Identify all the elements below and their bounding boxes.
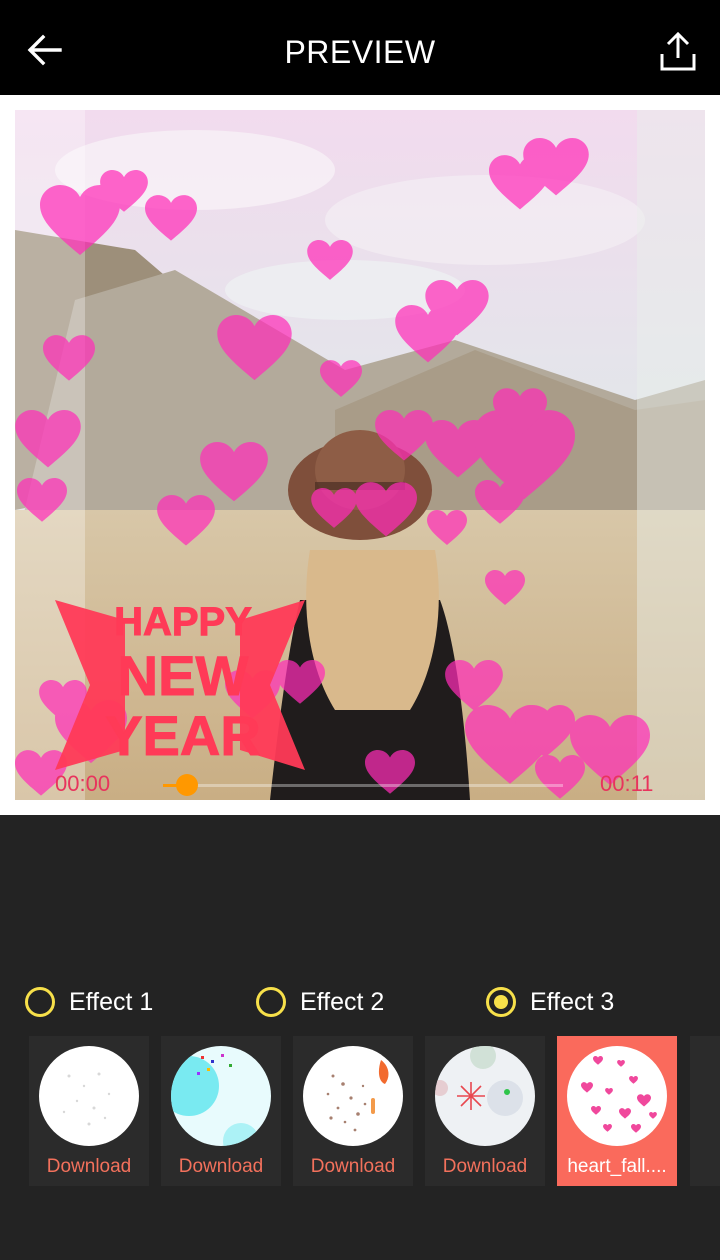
share-button[interactable] — [656, 30, 700, 74]
template-label: heart_fall.... — [567, 1156, 667, 1177]
seek-bar-thumb[interactable] — [176, 774, 198, 796]
template-item[interactable]: Download — [425, 1036, 545, 1186]
radio-button[interactable] — [486, 987, 516, 1017]
effect-selector: Effect 1 Effect 2 Effect 3 — [0, 980, 720, 1024]
template-item[interactable]: Download — [29, 1036, 149, 1186]
top-app-bar: PREVIEW — [0, 0, 720, 95]
template-label: Download — [46, 1156, 132, 1177]
current-time: 00:00 — [55, 771, 111, 796]
overlay-text-line-2: NEW — [118, 644, 249, 707]
effect-option-3[interactable]: Effect 3 — [486, 980, 614, 1024]
effect-label: Effect 3 — [530, 987, 615, 1016]
template-label: Download — [442, 1156, 528, 1177]
seek-bar[interactable] — [163, 774, 563, 796]
radio-button[interactable] — [256, 987, 286, 1017]
template-label: Download — [310, 1156, 396, 1177]
page-title: PREVIEW — [284, 34, 436, 70]
effect-label: Effect 2 — [300, 987, 385, 1016]
video-preview-frame: HAPPY NEW YEAR 00:00 00:11 — [0, 95, 720, 815]
overlay-text-line-3: YEAR — [105, 704, 261, 767]
video-preview[interactable]: HAPPY NEW YEAR 00:00 00:11 — [15, 110, 705, 800]
falling-particles-thumbnail — [303, 1046, 403, 1146]
overlay-text-line-1: HAPPY — [114, 600, 252, 644]
template-label: Download — [178, 1156, 264, 1177]
falling-hearts-thumbnail — [567, 1046, 667, 1146]
preview-scene-image: HAPPY NEW YEAR — [15, 110, 705, 800]
effect-option-1[interactable]: Effect 1 — [25, 980, 153, 1024]
template-strip[interactable]: Download Download Download Download hear… — [0, 1036, 720, 1186]
effect-option-2[interactable]: Effect 2 — [256, 980, 384, 1024]
confetti-bokeh-thumbnail — [171, 1046, 271, 1146]
sparkle-dots-thumbnail — [39, 1046, 139, 1146]
template-item-partial[interactable] — [690, 1036, 720, 1186]
firework-burst-thumbnail — [435, 1046, 535, 1146]
effect-label: Effect 1 — [69, 987, 154, 1016]
total-time: 00:11 — [600, 771, 654, 796]
share-upload-icon — [660, 31, 696, 71]
radio-button[interactable] — [25, 987, 55, 1017]
template-item-selected[interactable]: heart_fall.... — [557, 1036, 677, 1186]
template-item[interactable]: Download — [293, 1036, 413, 1186]
template-item[interactable]: Download — [161, 1036, 281, 1186]
